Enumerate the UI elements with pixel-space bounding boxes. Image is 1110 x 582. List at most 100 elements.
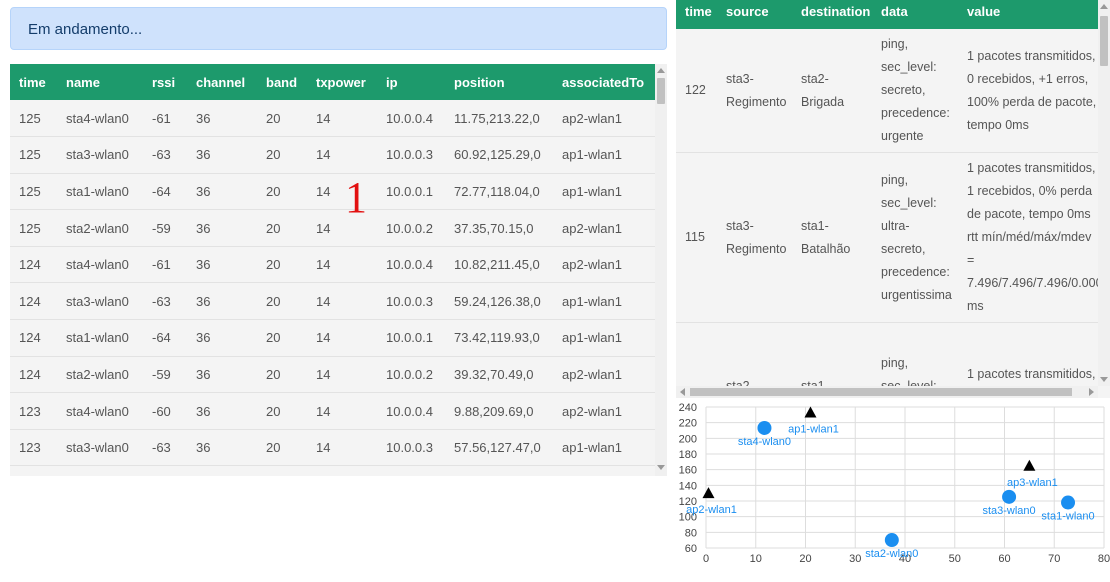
column-header-source[interactable]: source bbox=[717, 0, 792, 29]
table-row[interactable]: 125 sta1-wlan0 -64 36 20 14 10.0.0.1 72.77,118.… bbox=[10, 173, 655, 211]
access-point-label: ap2-wlan1 bbox=[686, 504, 737, 516]
station-marker bbox=[1061, 495, 1076, 510]
cell-ip: 10.0.0.4 bbox=[377, 100, 445, 138]
scroll-right-icon[interactable] bbox=[1089, 388, 1094, 396]
cell-band: 20 bbox=[257, 209, 307, 247]
column-header-associatedTo[interactable]: associatedTo bbox=[553, 64, 655, 100]
cell-name: sta4-wlan0 bbox=[57, 392, 143, 430]
y-tick-label: 220 bbox=[679, 418, 697, 430]
cell-time: 124 bbox=[10, 319, 57, 357]
access-point-marker bbox=[702, 487, 715, 499]
cell-time: 124 bbox=[10, 246, 57, 284]
messages-scrollbar[interactable] bbox=[1098, 0, 1110, 386]
column-header-data[interactable]: data bbox=[872, 0, 958, 29]
cell-time: 123 bbox=[10, 429, 57, 467]
station-label: sta1-wlan0 bbox=[1041, 511, 1094, 523]
cell-rssi: -64 bbox=[143, 319, 187, 357]
scroll-thumb[interactable] bbox=[1100, 16, 1108, 66]
scroll-thumb[interactable] bbox=[657, 78, 665, 104]
cell-source: sta3- Regimento bbox=[717, 152, 792, 323]
column-header-txpower[interactable]: txpower bbox=[307, 64, 377, 100]
access-point-marker bbox=[804, 406, 817, 418]
scroll-up-icon[interactable] bbox=[657, 68, 665, 73]
y-tick-label: 200 bbox=[679, 433, 697, 445]
table-row[interactable]: 124 sta1-wlan0 -64 36 20 14 10.0.0.1 73.42,119.… bbox=[10, 319, 655, 357]
table-row[interactable]: 123 sta3-wlan0 -63 36 20 14 10.0.0.3 57.56,127.… bbox=[10, 429, 655, 467]
column-header-ip[interactable]: ip bbox=[377, 64, 445, 100]
column-header-value[interactable]: value bbox=[958, 0, 1099, 29]
column-header-time[interactable]: time bbox=[10, 64, 57, 100]
table-row[interactable]: 125 sta3-wlan0 -63 36 20 14 10.0.0.3 60.92,125.… bbox=[10, 136, 655, 174]
cell-time: 122 bbox=[676, 29, 717, 153]
column-header-destination[interactable]: destination bbox=[792, 0, 872, 29]
access-point-marker bbox=[1023, 459, 1036, 471]
cell-name: sta3-wlan0 bbox=[57, 136, 143, 174]
cell-channel: 36 bbox=[187, 246, 257, 284]
messages-panel: time source destination data value 122 sta3- … bbox=[676, 0, 1110, 398]
cell-time: 115 bbox=[676, 152, 717, 323]
status-text: Em andamento... bbox=[28, 21, 143, 38]
cell-position: 10.82,211.45,0 bbox=[445, 246, 553, 284]
cell-name: sta1-wlan0 bbox=[57, 173, 143, 211]
y-tick-label: 240 bbox=[679, 402, 697, 414]
scroll-up-icon[interactable] bbox=[1100, 4, 1108, 9]
stations-header-row: time name rssi channel band txpower ip position… bbox=[10, 64, 655, 100]
cell-band: 20 bbox=[257, 136, 307, 174]
messages-header-row: time source destination data value bbox=[676, 0, 1099, 29]
table-row[interactable]: 125 sta4-wlan0 -61 36 20 14 10.0.0.4 11.75,213.… bbox=[10, 100, 655, 138]
column-header-channel[interactable]: channel bbox=[187, 64, 257, 100]
y-tick-label: 180 bbox=[679, 449, 697, 461]
column-header-rssi[interactable]: rssi bbox=[143, 64, 187, 100]
cell-time: 123 bbox=[10, 392, 57, 430]
station-marker bbox=[884, 533, 899, 548]
scroll-down-icon[interactable] bbox=[657, 465, 665, 470]
column-header-time[interactable]: time bbox=[676, 0, 717, 29]
stations-scrollbar[interactable] bbox=[655, 64, 667, 476]
cell-txpower: 14 bbox=[307, 136, 377, 174]
table-row[interactable]: 123 sta4-wlan0 -60 36 20 14 10.0.0.4 9.88,209.6… bbox=[10, 392, 655, 430]
cell-band: 20 bbox=[257, 319, 307, 357]
cell-channel: 36 bbox=[187, 100, 257, 138]
column-header-band[interactable]: band bbox=[257, 64, 307, 100]
cell-ip: 10.0.0.2 bbox=[377, 209, 445, 247]
cell-time: 124 bbox=[10, 356, 57, 394]
list-item[interactable]: 115 sta3- Regimento sta1- Batalhão ping, se… bbox=[676, 152, 1103, 323]
cell-txpower: 14 bbox=[307, 246, 377, 284]
cell-txpower: 14 bbox=[307, 392, 377, 430]
position-chart: 0 10 20 30 40 50 60 70 8060801001201401601802002… bbox=[679, 402, 1110, 565]
cell-position: 57.56,127.47,0 bbox=[445, 429, 553, 467]
stations-panel: time name rssi channel band txpower ip position… bbox=[10, 64, 667, 476]
column-header-name[interactable]: name bbox=[57, 64, 143, 100]
cell-ip: 10.0.0.3 bbox=[377, 429, 445, 467]
cell-rssi: -60 bbox=[143, 392, 187, 430]
cell-txpower: 14 bbox=[307, 100, 377, 138]
cell-associatedTo: ap2-wlan1 bbox=[553, 356, 655, 394]
messages-body: 122 sta3- Regimento sta2- Brigada ping, sec… bbox=[676, 29, 1103, 398]
cell-rssi: -63 bbox=[143, 429, 187, 467]
scroll-down-icon[interactable] bbox=[1100, 377, 1108, 382]
scroll-left-icon[interactable] bbox=[680, 388, 685, 396]
hscroll-thumb[interactable] bbox=[690, 388, 1072, 396]
cell-name: sta4-wlan0 bbox=[57, 100, 143, 138]
cell-position: 9.88,209.69,0 bbox=[445, 392, 553, 430]
cell-value: 1 pacotes transmitidos, 1 recebidos, 0% … bbox=[958, 152, 1103, 323]
cell-channel: 36 bbox=[187, 356, 257, 394]
y-tick-label: 60 bbox=[685, 543, 697, 555]
stations-table: time name rssi channel band txpower ip position… bbox=[10, 64, 655, 467]
cell-position: 60.92,125.29,0 bbox=[445, 136, 553, 174]
table-row[interactable]: 124 sta4-wlan0 -61 36 20 14 10.0.0.4 10.82,211.… bbox=[10, 246, 655, 284]
station-label: sta3-wlan0 bbox=[982, 505, 1035, 517]
list-item[interactable]: 122 sta3- Regimento sta2- Brigada ping, sec… bbox=[676, 29, 1099, 153]
cell-data: ping, sec_level: secreto, precedence: ur… bbox=[872, 29, 958, 153]
cell-associatedTo: ap1-wlan1 bbox=[553, 136, 655, 174]
messages-hscrollbar[interactable] bbox=[676, 386, 1098, 398]
table-row[interactable]: 125 sta2-wlan0 -59 36 20 14 10.0.0.2 37.35,70.1… bbox=[10, 209, 655, 247]
cell-channel: 36 bbox=[187, 282, 257, 321]
table-row[interactable]: 124 sta3-wlan0 -63 36 20 14 10.0.0.3 59.24,126.… bbox=[10, 282, 655, 321]
status-banner: Em andamento... bbox=[10, 7, 667, 50]
cell-time: 125 bbox=[10, 100, 57, 138]
stations-body: 125 sta4-wlan0 -61 36 20 14 10.0.0.4 11.75,213.… bbox=[10, 100, 655, 467]
table-row[interactable]: 124 sta2-wlan0 -59 36 20 14 10.0.0.2 39.32,70.4… bbox=[10, 356, 655, 394]
cell-rssi: -64 bbox=[143, 173, 187, 211]
column-header-position[interactable]: position bbox=[445, 64, 553, 100]
